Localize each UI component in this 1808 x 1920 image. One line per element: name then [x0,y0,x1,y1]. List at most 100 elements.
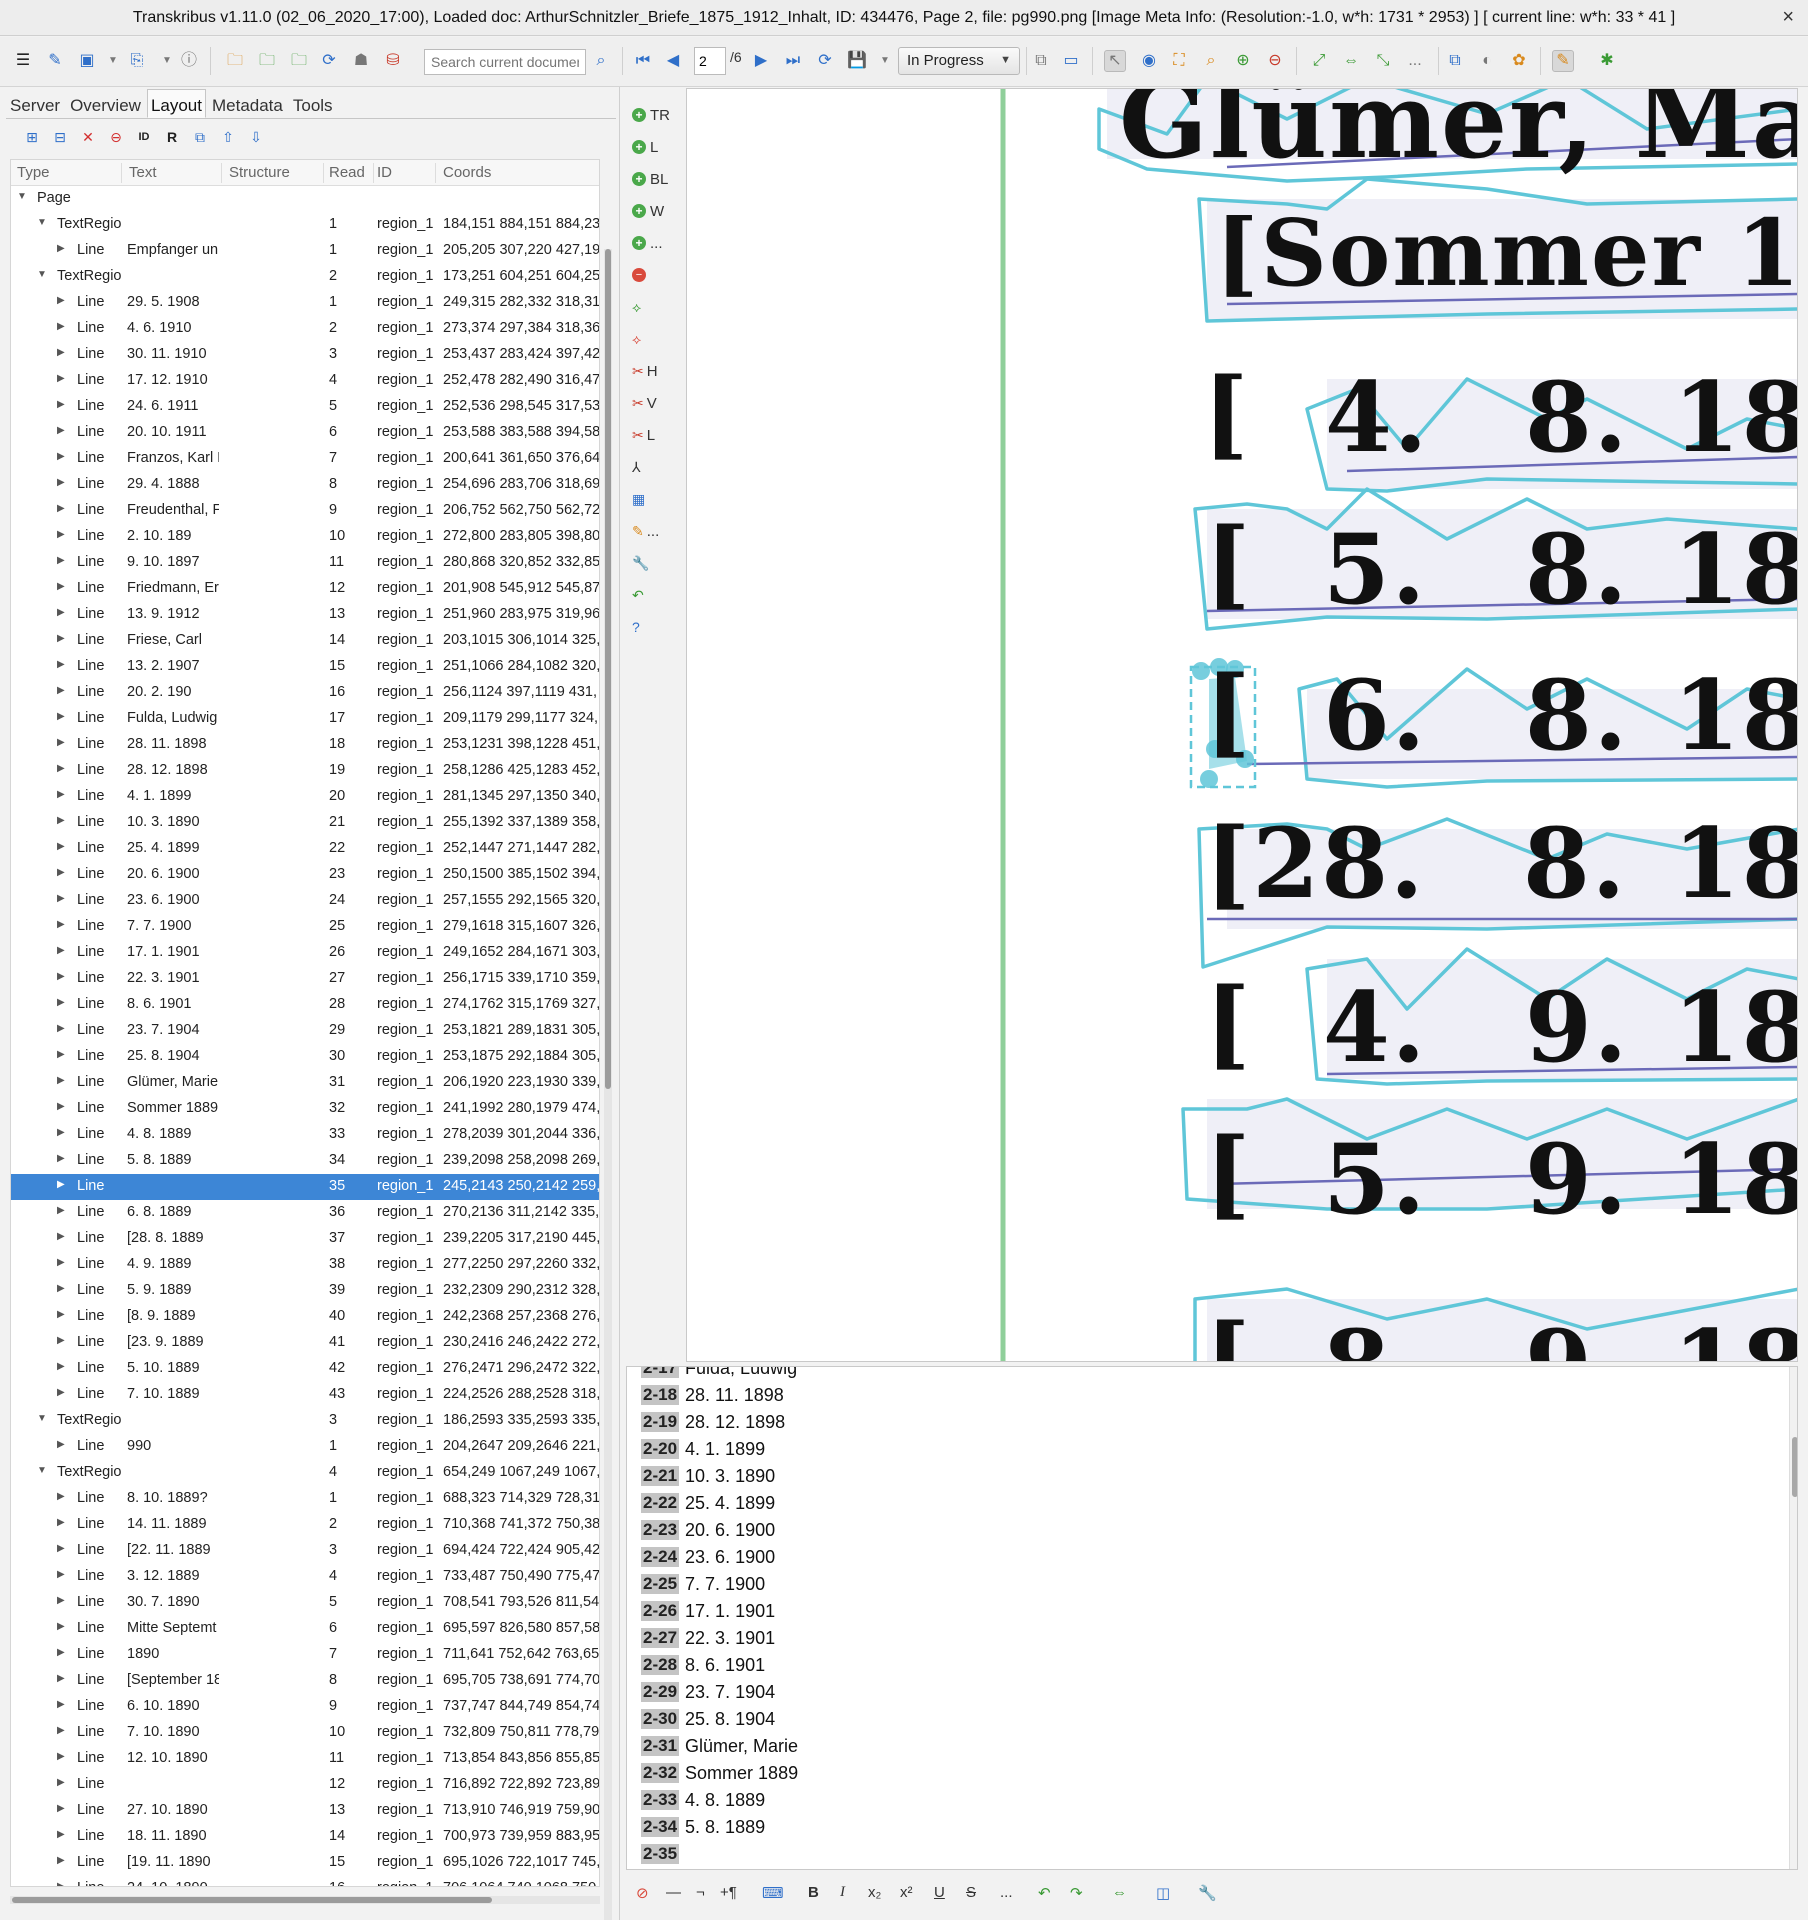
collapsed-arrow-icon[interactable]: ▶ [57,945,65,956]
editor-line[interactable]: 2-31 Glümer, Marie [641,1733,798,1759]
collapsed-arrow-icon[interactable]: ▶ [57,1543,65,1554]
fit-height-icon[interactable]: ⤡ [1372,50,1394,72]
tree-row-line[interactable]: ▶ Line Friedmann, Err 12 region_1 201,908 545… [11,576,599,602]
collapsed-arrow-icon[interactable]: ▶ [57,893,65,904]
expanded-arrow-icon[interactable]: ▼ [17,191,27,202]
collapsed-arrow-icon[interactable]: ▶ [57,555,65,566]
tab-metadata[interactable]: Metadata [208,89,287,118]
dash-icon[interactable]: — [666,1884,681,1901]
tool-shape-add[interactable]: ⟡ [632,295,644,319]
eye-icon[interactable]: ◉ [1138,50,1160,72]
zoom-in-icon[interactable]: ⊕ [1232,50,1254,72]
clear-icon[interactable]: ⊘ [636,1884,649,1902]
collapsed-arrow-icon[interactable]: ▶ [57,373,65,384]
collapsed-arrow-icon[interactable]: ▶ [57,477,65,488]
tree-row-line[interactable]: ▶ Line 30. 11. 1910 3 region_1 253,437 283,42… [11,342,599,368]
editor-line[interactable]: 2-24 23. 6. 1900 [641,1544,775,1570]
tree-row-line[interactable]: ▶ Line 25. 4. 1899 22 region_1 252,1447 271,1… [11,836,599,862]
collapsed-arrow-icon[interactable]: ▶ [57,1517,65,1528]
collapsed-arrow-icon[interactable]: ▶ [57,607,65,618]
tree-row-line[interactable]: ▶ Line 990 1 region_1 204,2647 209,2646 221, [11,1434,599,1460]
tool-table[interactable]: ▦ [632,487,648,511]
tree-row-line[interactable]: ▶ Line 4. 1. 1899 20 region_1 281,1345 297,13… [11,784,599,810]
export-icon[interactable]: ⎘ [126,50,148,72]
fit-width-icon[interactable]: ⇔ [1340,50,1362,72]
tree-row-line[interactable]: ▶Line24. 10. 189016region_1706,1064 740,… [11,1876,599,1886]
tree-row-line[interactable]: ▶ Line 1890 7 region_1 711,641 752,642 763,65 [11,1642,599,1668]
collapsed-arrow-icon[interactable]: ▶ [57,1595,65,1606]
status-select[interactable]: In Progress ▼ [898,47,1020,75]
collapsed-arrow-icon[interactable]: ▶ [57,1751,65,1762]
tree-row-line[interactable]: ▶ Line 24. 6. 1911 5 region_1 252,536 298,545… [11,394,599,420]
tree-row-line[interactable]: ▶ Line 7. 10. 1889 43 region_1 224,2526 288,2… [11,1382,599,1408]
editor-line[interactable]: 2-28 8. 6. 1901 [641,1652,765,1678]
scrollbar-thumb[interactable] [1792,1437,1797,1497]
tab-server[interactable]: Server [6,89,64,118]
dropdown-arrow-icon[interactable]: ▼ [156,50,178,72]
collapsed-arrow-icon[interactable]: ▶ [57,1881,65,1886]
collapsed-arrow-icon[interactable]: ▶ [57,841,65,852]
tree-row-line[interactable]: ▶ Line 8. 6. 1901 28 region_1 274,1762 315,17… [11,992,599,1018]
editor-line[interactable]: 2-18 28. 11. 1898 [641,1382,784,1408]
scrollbar-thumb[interactable] [12,1897,492,1903]
tree-row-line[interactable]: ▶ Line 2. 10. 189 10 region_1 272,800 283,805… [11,524,599,550]
collapsed-arrow-icon[interactable]: ▶ [57,1855,65,1866]
editor-line[interactable]: 2-20 4. 1. 1899 [641,1436,765,1462]
collapsed-arrow-icon[interactable]: ▶ [57,1335,65,1346]
move-down-icon[interactable]: ⇩ [242,125,270,149]
tree-row-line[interactable]: ▶ Line 17. 12. 1910 4 region_1 252,478 282,49… [11,368,599,394]
tree-row-line[interactable]: ▶ Line 29. 5. 1908 1 region_1 249,315 282,332… [11,290,599,316]
collapsed-arrow-icon[interactable]: ▶ [57,1387,65,1398]
tree-row-line[interactable]: ▶ Line 8. 10. 1889? 1 region_1 688,323 714,32… [11,1486,599,1512]
copy-icon[interactable]: ⧉ [1030,50,1052,72]
tree-row-line[interactable]: ▶ Line 18. 11. 1890 14 region_1 700,973 739,9… [11,1824,599,1850]
tool-split-h[interactable]: ✂ H [632,359,658,383]
tree-row-line[interactable]: ▶ Line 28. 11. 1898 18 region_1 253,1231 398,… [11,732,599,758]
tool-plus-moremoremore[interactable]: +... [632,231,663,255]
fit-page-icon[interactable]: ⤢ [1308,50,1330,72]
scrollbar-thumb[interactable] [605,249,611,1089]
tree-row-line[interactable]: ▶ Line 30. 7. 1890 5 region_1 708,541 793,526… [11,1590,599,1616]
tree-row-line[interactable]: ▶ Line [19. 11. 1890 15 region_1 695,1026 722… [11,1850,599,1876]
editor-line[interactable]: 2-33 4. 8. 1889 [641,1787,765,1813]
tree-row-line[interactable]: ▶ Line 23. 6. 1900 24 region_1 257,1555 292,1… [11,888,599,914]
collapsed-arrow-icon[interactable]: ▶ [57,347,65,358]
last-page-icon[interactable]: ⏭ [782,50,804,72]
tree-row-line[interactable]: ▶ Line Fulda, Ludwig 17 region_1 209,1179 299… [11,706,599,732]
tree-row-line[interactable]: ▶ Line 20. 10. 1911 6 region_1 253,588 383,58… [11,420,599,446]
editor-line[interactable]: 2-26 17. 1. 1901 [641,1598,775,1624]
tree-row-line[interactable]: ▶ Line [8. 9. 1889 40 region_1 242,2368 257,2… [11,1304,599,1330]
tool-wrench[interactable]: 🔧 [632,551,652,575]
collapsed-arrow-icon[interactable]: ▶ [57,1283,65,1294]
collapsed-arrow-icon[interactable]: ▶ [57,997,65,1008]
not-sign-icon[interactable]: ¬ [696,1884,705,1901]
layers-icon[interactable]: ⧉ [1444,50,1466,72]
editor-line[interactable]: 2-34 5. 8. 1889 [641,1814,765,1840]
underline-button[interactable]: U [934,1884,945,1901]
collapsed-arrow-icon[interactable]: ▶ [57,789,65,800]
collapsed-arrow-icon[interactable]: ▶ [57,1439,65,1450]
expanded-arrow-icon[interactable]: ▼ [37,269,47,280]
column-header-structure[interactable]: Structure [229,164,290,181]
tool-plus-tr[interactable]: + TR [632,103,670,127]
bold-button[interactable]: B [808,1884,819,1901]
collapsed-arrow-icon[interactable]: ▶ [57,633,65,644]
tree-row-line[interactable]: ▶ Line 4. 9. 1889 38 region_1 277,2250 297,22… [11,1252,599,1278]
dropdown-arrow-icon[interactable]: ▼ [102,50,124,72]
tab-layout[interactable]: Layout [146,89,206,118]
collapsed-arrow-icon[interactable]: ▶ [57,919,65,930]
tab-tools[interactable]: Tools [289,89,337,118]
tool-minus[interactable]: − [632,263,650,287]
editor-scrollbar[interactable] [1789,1367,1797,1869]
tree-row-region[interactable]: ▼ TextRegio 3 region_1 186,2593 335,2593 335… [11,1408,599,1434]
tree-row-line[interactable]: ▶ Line Franzos, Karl E 7 region_1 200,641 361… [11,446,599,472]
move-up-icon[interactable]: ⇧ [214,125,242,149]
collapsed-arrow-icon[interactable]: ▶ [57,1205,65,1216]
tool-plus-bl[interactable]: + BL [632,167,668,191]
collapsed-arrow-icon[interactable]: ▶ [57,1829,65,1840]
tree-row-line[interactable]: ▶ Line 13. 2. 1907 15 region_1 251,1066 284,1… [11,654,599,680]
tree-row-line[interactable]: ▶ Line 35 region_1 245,2143 250,2142 259, [11,1174,599,1200]
column-header-coords[interactable]: Coords [443,164,491,181]
menu-icon[interactable]: ☰ [12,50,34,72]
page-icon[interactable]: ▭ [1060,50,1082,72]
